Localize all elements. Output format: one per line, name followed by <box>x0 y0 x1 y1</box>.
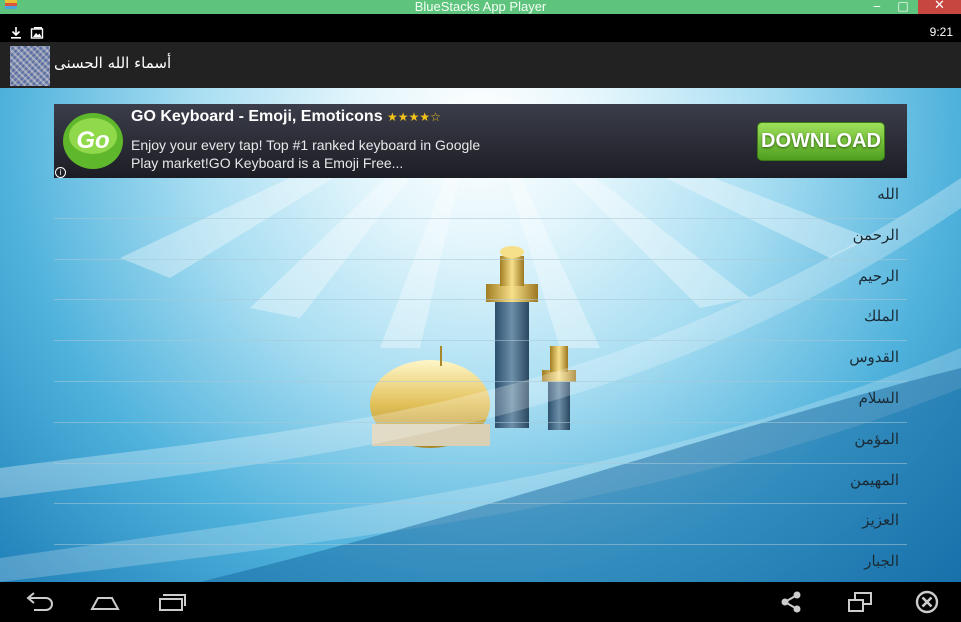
app-title: أسماء الله الحسنى <box>54 54 172 72</box>
ad-info-icon[interactable]: i <box>55 167 66 178</box>
list-item[interactable]: الرحمن <box>54 219 907 260</box>
recent-apps-icon[interactable] <box>154 590 188 614</box>
ad-banner[interactable]: Go GO Keyboard - Emoji, Emoticons ★★★★☆ … <box>54 104 907 178</box>
window-title: BlueStacks App Player <box>414 0 547 14</box>
share-icon[interactable] <box>774 590 808 614</box>
content-area: Go GO Keyboard - Emoji, Emoticons ★★★★☆ … <box>0 88 961 582</box>
list-item[interactable]: المهيمن <box>54 464 907 505</box>
list-item[interactable]: السلام <box>54 382 907 423</box>
minimize-button[interactable]: ‒ <box>864 0 890 14</box>
home-icon[interactable] <box>88 590 122 614</box>
window-titlebar: BlueStacks App Player ‒ □ ✕ <box>0 0 961 14</box>
ad-description: Enjoy your every tap! Top #1 ranked keyb… <box>131 137 481 171</box>
download-button[interactable]: DOWNLOAD <box>757 122 885 161</box>
app-logo-icon[interactable] <box>10 46 50 86</box>
back-icon[interactable] <box>22 590 56 614</box>
image-notification-icon <box>30 27 44 39</box>
list-item[interactable]: المؤمن <box>54 423 907 464</box>
rating-stars: ★★★★☆ <box>387 110 441 124</box>
navigation-bar <box>0 582 961 622</box>
go-keyboard-logo-icon: Go <box>63 113 123 169</box>
app-action-bar: أسماء الله الحسنى <box>0 42 961 88</box>
list-item[interactable]: الله <box>54 178 907 219</box>
ad-title-text: GO Keyboard - Emoji, Emoticons <box>131 108 383 125</box>
maximize-button[interactable]: □ <box>890 0 916 14</box>
list-item[interactable]: الجبار <box>54 545 907 582</box>
list-item[interactable]: العزيز <box>54 504 907 546</box>
list-item[interactable]: القدوس <box>54 341 907 382</box>
status-clock: 9:21 <box>929 25 953 39</box>
close-window-button[interactable]: ✕ <box>918 0 961 14</box>
screen-rotate-icon[interactable] <box>843 590 877 614</box>
svg-text:Go: Go <box>76 127 109 154</box>
names-list: الله الرحمن الرحيم الملك القدوس السلام المؤمن ا… <box>54 178 907 582</box>
list-item[interactable]: الرحيم <box>54 260 907 301</box>
download-icon <box>11 27 21 39</box>
ad-title: GO Keyboard - Emoji, Emoticons ★★★★☆ <box>131 108 441 126</box>
close-app-icon[interactable] <box>910 590 944 614</box>
status-bar: 9:21 <box>0 24 961 42</box>
list-item[interactable]: الملك <box>54 300 907 342</box>
